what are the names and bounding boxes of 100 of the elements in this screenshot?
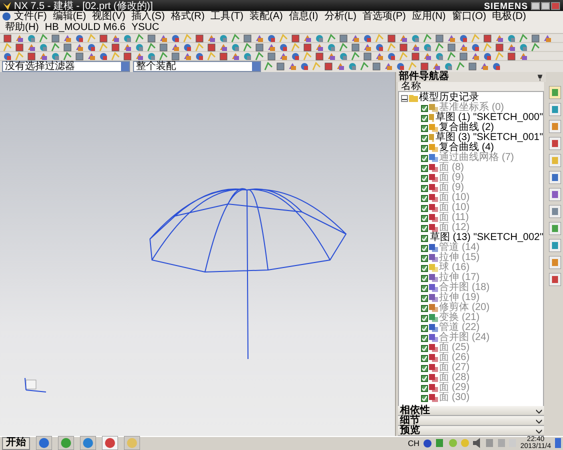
checkbox[interactable] xyxy=(421,204,428,212)
resource-tab-icon[interactable] xyxy=(548,103,560,116)
taskbar-app-icon[interactable] xyxy=(80,436,96,450)
app-menu-icon[interactable] xyxy=(2,12,11,21)
tool-icon[interactable] xyxy=(375,52,384,61)
tool-icon[interactable] xyxy=(219,34,228,43)
tool-icon[interactable] xyxy=(387,52,396,61)
tool-icon[interactable] xyxy=(375,43,384,52)
tree-item[interactable]: 复合曲线 (4) xyxy=(439,143,494,153)
resource-tab-icon[interactable] xyxy=(548,205,560,218)
taskbar-app-icon[interactable] xyxy=(58,436,74,450)
menu-item[interactable]: 帮助(H) xyxy=(2,22,42,33)
tool-icon[interactable] xyxy=(255,34,264,43)
tool-icon[interactable] xyxy=(99,52,108,61)
checkbox[interactable] xyxy=(421,394,428,402)
start-button[interactable]: 开始 xyxy=(2,436,30,450)
collapsible-panel[interactable]: 细节 xyxy=(398,416,544,426)
tool-icon[interactable] xyxy=(327,52,336,61)
tree-item[interactable]: 球 (16) xyxy=(439,263,470,273)
tool-icon[interactable] xyxy=(315,43,324,52)
checkbox[interactable] xyxy=(421,244,428,252)
checkbox[interactable] xyxy=(421,164,428,172)
tool-icon[interactable] xyxy=(291,52,300,61)
tree-item[interactable]: 管道 (22) xyxy=(439,323,480,333)
tool-icon[interactable] xyxy=(423,52,432,61)
tree-item[interactable]: 面 (26) xyxy=(439,353,470,363)
tool-icon[interactable] xyxy=(492,62,501,71)
tool-icon[interactable] xyxy=(207,34,216,43)
checkbox[interactable] xyxy=(421,124,428,132)
checkbox[interactable] xyxy=(421,254,428,262)
taskbar-app-icon[interactable] xyxy=(102,436,118,450)
tool-icon[interactable] xyxy=(27,43,36,52)
tool-icon[interactable] xyxy=(315,34,324,43)
tool-icon[interactable] xyxy=(432,62,441,71)
tool-icon[interactable] xyxy=(267,43,276,52)
tool-icon[interactable] xyxy=(171,43,180,52)
tool-icon[interactable] xyxy=(195,52,204,61)
help-icon[interactable] xyxy=(423,438,432,448)
resource-tab-icon[interactable] xyxy=(548,171,560,184)
checkbox[interactable] xyxy=(421,234,428,242)
chevron-icon[interactable] xyxy=(536,418,542,424)
resource-tab-icon[interactable] xyxy=(548,86,560,99)
tool-icon[interactable] xyxy=(123,43,132,52)
tool-icon[interactable] xyxy=(507,34,516,43)
checkbox[interactable] xyxy=(421,304,428,312)
tool-icon[interactable] xyxy=(348,62,357,71)
tool-icon[interactable] xyxy=(351,34,360,43)
tool-icon[interactable] xyxy=(87,43,96,52)
tool-icon[interactable] xyxy=(411,34,420,43)
checkbox[interactable] xyxy=(421,134,428,142)
checkbox[interactable] xyxy=(421,334,428,342)
resource-tab-icon[interactable] xyxy=(548,256,560,269)
menu-item[interactable]: 工具(T) xyxy=(208,11,246,22)
menu-item[interactable]: 分析(L) xyxy=(321,11,360,22)
tool-icon[interactable] xyxy=(507,43,516,52)
menu-item[interactable]: 电极(D) xyxy=(489,11,530,22)
tool-icon[interactable] xyxy=(303,34,312,43)
resource-tab-icon[interactable] xyxy=(548,273,560,286)
expand-toggle-icon[interactable] xyxy=(401,94,408,102)
checkbox[interactable] xyxy=(421,144,428,152)
tool-icon[interactable] xyxy=(135,43,144,52)
language-indicator[interactable]: CH xyxy=(408,438,420,448)
menu-item[interactable]: HB_MOULD M6.6 xyxy=(42,22,128,33)
tree-item[interactable]: 模型历史记录 xyxy=(419,93,479,103)
tool-icon[interactable] xyxy=(111,34,120,43)
tool-icon[interactable] xyxy=(384,62,393,71)
menu-item[interactable]: 视图(V) xyxy=(89,11,128,22)
tree-item[interactable]: 面 (28) xyxy=(439,373,470,383)
tree-item[interactable]: 通过曲线网格 (7) xyxy=(439,153,514,163)
checkbox[interactable] xyxy=(421,354,428,362)
resource-tab-icon[interactable] xyxy=(548,239,560,252)
tool-icon[interactable] xyxy=(51,52,60,61)
maximize-button[interactable] xyxy=(541,2,550,10)
tool-icon[interactable] xyxy=(75,34,84,43)
tool-icon[interactable] xyxy=(39,43,48,52)
tree-item[interactable]: 复合曲线 (2) xyxy=(439,123,494,133)
tool-icon[interactable] xyxy=(267,34,276,43)
selection-filter-dropdown[interactable]: 没有选择过滤器 xyxy=(2,61,130,72)
menu-item[interactable]: 装配(A) xyxy=(246,11,286,22)
tool-icon[interactable] xyxy=(435,52,444,61)
checkbox[interactable] xyxy=(421,214,428,222)
tool-icon[interactable] xyxy=(423,43,432,52)
tool-icon[interactable] xyxy=(219,43,228,52)
checkbox[interactable] xyxy=(421,174,428,182)
pin-icon[interactable] xyxy=(537,74,543,80)
tool-icon[interactable] xyxy=(135,52,144,61)
tool-icon[interactable] xyxy=(3,52,12,61)
tool-icon[interactable] xyxy=(447,34,456,43)
tool-icon[interactable] xyxy=(15,34,24,43)
tree-item[interactable]: 面 (27) xyxy=(439,363,470,373)
tool-icon[interactable] xyxy=(519,52,528,61)
tree-item[interactable]: 草图 (1) "SKETCH_000" xyxy=(435,113,543,123)
checkbox[interactable] xyxy=(421,344,428,352)
tool-icon[interactable] xyxy=(396,62,405,71)
tool-icon[interactable] xyxy=(399,34,408,43)
checkbox[interactable] xyxy=(421,384,428,392)
tool-icon[interactable] xyxy=(480,62,489,71)
tool-icon[interactable] xyxy=(183,43,192,52)
tool-icon[interactable] xyxy=(471,52,480,61)
resource-tab-icon[interactable] xyxy=(548,120,560,133)
